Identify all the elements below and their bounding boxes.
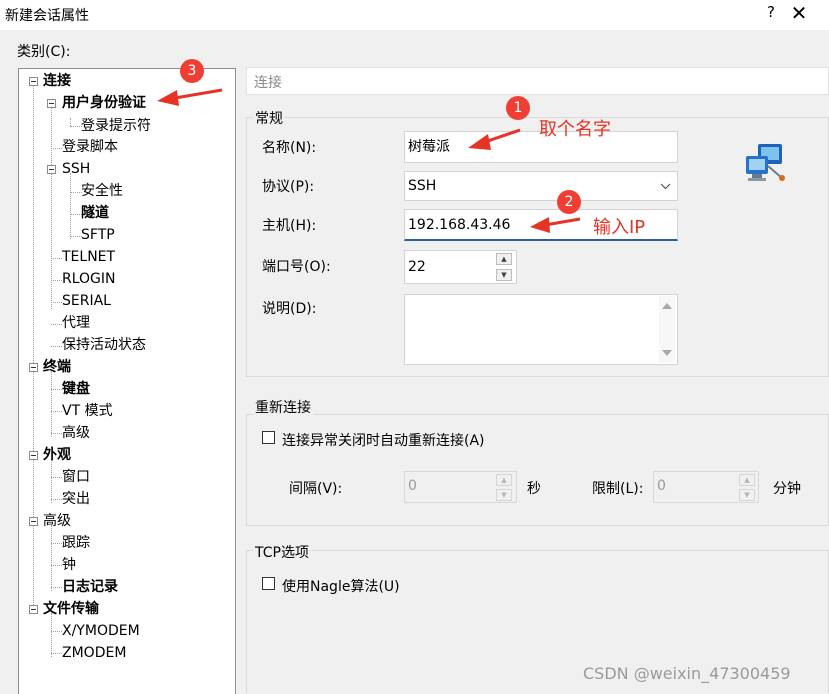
- annotation-ip-hint: 输入IP: [593, 217, 646, 238]
- watermark: CSDN @weixin_47300459: [583, 664, 791, 683]
- badge-2: 2: [557, 190, 581, 214]
- badge-3: 3: [180, 59, 204, 83]
- annotation-name-hint: 取个名字: [539, 119, 611, 140]
- arrow-host-icon: [544, 217, 581, 227]
- badge-1: 1: [506, 96, 530, 120]
- annotation-arrows: [157, 88, 581, 233]
- arrow-auth-icon: [174, 88, 223, 100]
